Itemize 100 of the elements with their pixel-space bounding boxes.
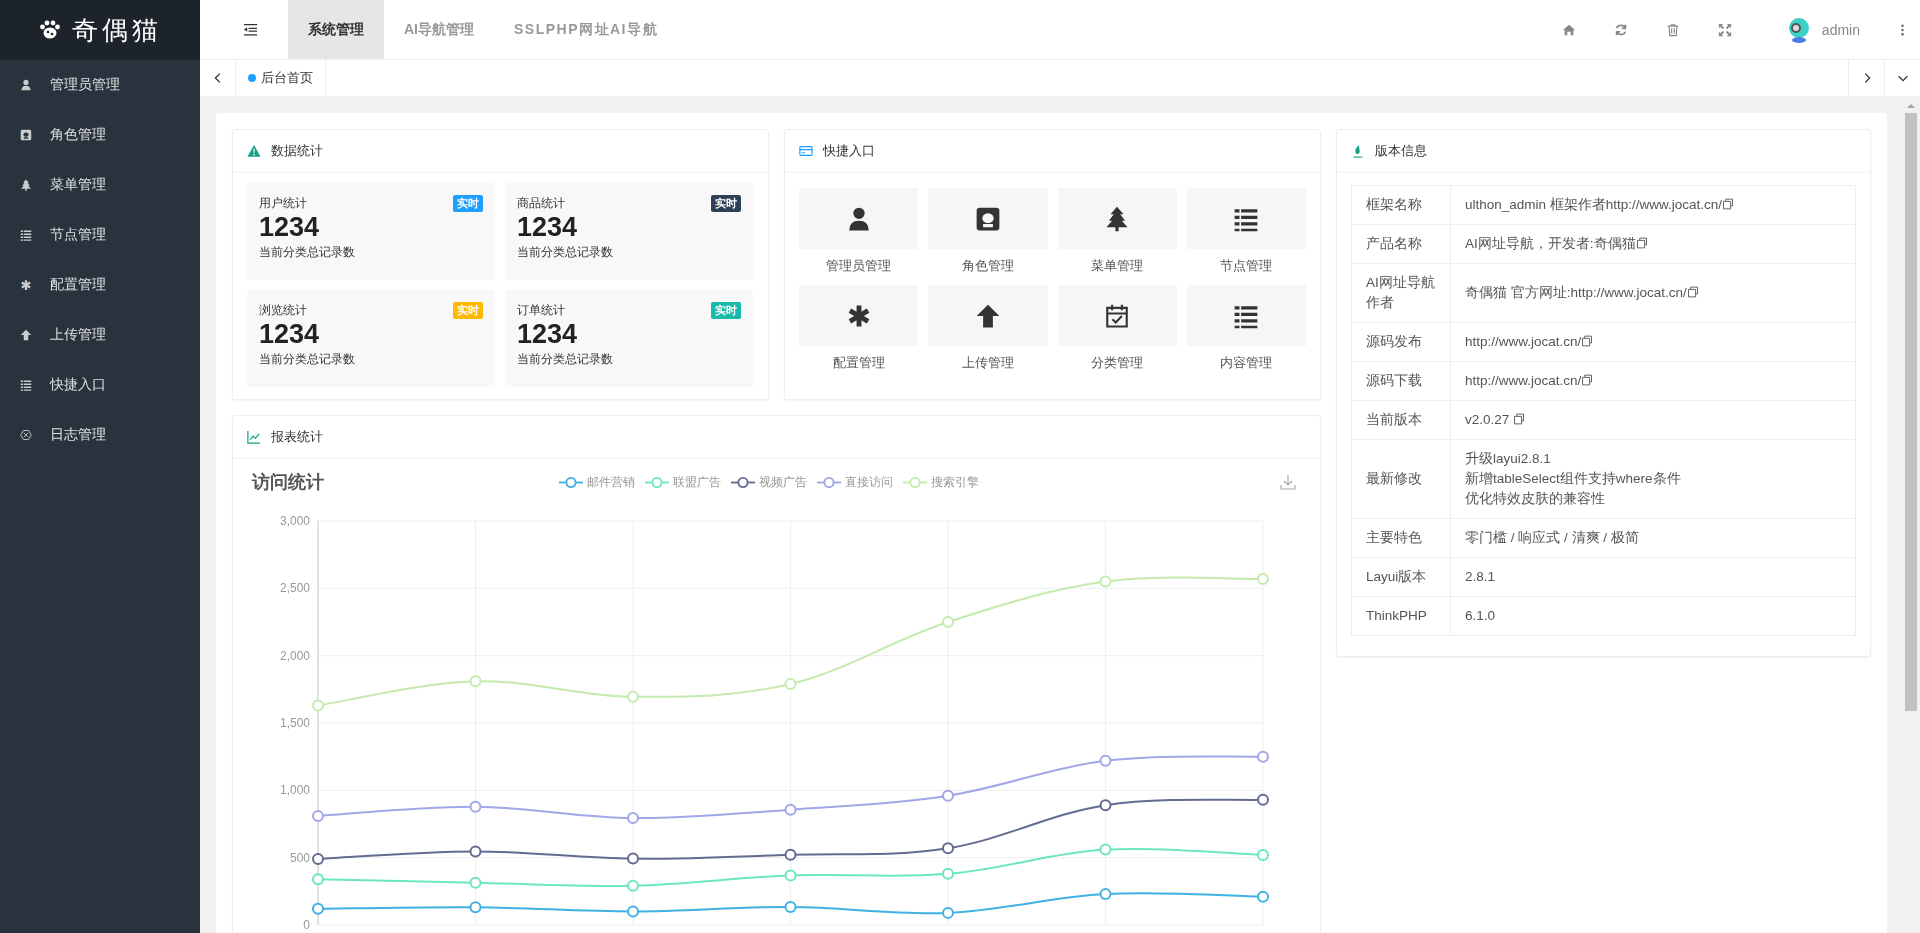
table-cell: 升级layui2.8.1 新增tableSelect组件支持where条件 优化特效皮肤的兼容性 — [1465, 451, 1681, 506]
shortcut-link[interactable]: 内容管理 — [1186, 285, 1306, 372]
data-point[interactable] — [784, 803, 797, 816]
sidebar-item[interactable]: 菜单管理 — [0, 160, 200, 210]
data-point[interactable] — [1099, 799, 1112, 812]
status-badge: 实时 — [711, 195, 741, 212]
axis-label: 1,500 — [279, 716, 310, 730]
data-point[interactable] — [469, 901, 482, 914]
data-point[interactable] — [1099, 754, 1112, 767]
user-name[interactable]: admin — [1821, 21, 1860, 38]
copy-icon[interactable] — [1722, 198, 1735, 210]
axis-label: 2,000 — [279, 648, 310, 663]
data-point[interactable] — [942, 789, 954, 802]
stat-value: 1234 — [517, 319, 579, 349]
stat-note: 当前分类总记录数 — [517, 351, 614, 368]
warning-icon — [247, 144, 261, 158]
card-title: 快捷入口 — [823, 142, 875, 160]
table-cell: 产品名称 — [1351, 224, 1451, 264]
sidebar-item[interactable]: 配置管理 — [0, 260, 200, 310]
data-point[interactable] — [627, 812, 639, 825]
stat-label: 订单统计 — [517, 302, 565, 319]
shortcut-link[interactable]: 节点管理 — [1186, 188, 1306, 275]
legend-marker-icon — [645, 475, 669, 489]
data-point[interactable] — [942, 842, 954, 855]
trash-icon[interactable] — [1665, 22, 1680, 37]
refresh-icon[interactable] — [1613, 22, 1628, 37]
badge-icon — [20, 129, 32, 141]
data-point[interactable] — [1257, 793, 1269, 806]
scroll-up-icon[interactable] — [1906, 101, 1916, 111]
nav-tab[interactable]: 系统管理 — [288, 0, 384, 59]
data-point[interactable] — [312, 902, 324, 915]
copy-icon[interactable] — [1513, 413, 1526, 425]
axis-label: 500 — [289, 850, 310, 865]
more-icon[interactable] — [1900, 22, 1905, 37]
list-icon — [20, 379, 32, 391]
list-icon — [20, 229, 32, 241]
shortcut-link[interactable]: 分类管理 — [1057, 285, 1177, 372]
copy-icon[interactable] — [1581, 335, 1594, 347]
data-point[interactable] — [1257, 890, 1269, 903]
data-point[interactable] — [627, 905, 639, 918]
calendar-check-icon — [1104, 302, 1131, 329]
sidebar-item[interactable]: 快捷入口 — [0, 360, 200, 410]
status-badge: 实时 — [453, 302, 483, 319]
copy-icon[interactable] — [1686, 286, 1699, 298]
table-cell: 框架名称 — [1351, 185, 1451, 225]
data-point[interactable] — [1257, 750, 1269, 763]
menu-fold-icon[interactable] — [243, 22, 258, 37]
data-point[interactable] — [469, 845, 482, 858]
table-cell: 源码发布 — [1351, 322, 1451, 362]
card-title: 版本信息 — [1375, 142, 1427, 160]
stat-label: 商品统计 — [517, 195, 565, 212]
axis-label: 3,000 — [279, 514, 310, 528]
stat-label: 浏览统计 — [259, 302, 307, 319]
table-cell: AI网址导航，开发者:奇偶猫 — [1465, 236, 1636, 251]
data-point[interactable] — [784, 848, 797, 861]
data-point[interactable] — [469, 800, 482, 813]
sidebar-item[interactable]: 上传管理 — [0, 310, 200, 360]
data-point[interactable] — [942, 906, 954, 919]
data-point[interactable] — [312, 853, 324, 865]
shortcut-link[interactable]: 菜单管理 — [1057, 188, 1177, 275]
table-cell: ulthon_admin 框架作者http://www.jocat.cn/ — [1465, 197, 1723, 212]
table-cell: 奇偶猫 官方网址:http://www.jocat.cn/ — [1465, 285, 1687, 300]
copy-icon[interactable] — [1635, 237, 1648, 249]
stat-value: 1234 — [259, 212, 321, 242]
status-badge: 实时 — [453, 195, 483, 212]
table-cell: http://www.jocat.cn/ — [1465, 334, 1582, 349]
status-badge: 实时 — [711, 302, 741, 319]
hexagon-icon — [20, 429, 32, 441]
shortcut-link[interactable]: 管理员管理 — [799, 188, 919, 275]
page-tab[interactable]: 后台首页 — [236, 60, 326, 96]
data-point[interactable] — [627, 852, 639, 865]
asterisk-icon — [20, 279, 32, 291]
data-point[interactable] — [784, 900, 797, 913]
shortcut-link[interactable]: 上传管理 — [928, 285, 1048, 372]
shortcut-link[interactable]: 配置管理 — [799, 285, 919, 372]
stat-note: 当前分类总记录数 — [517, 244, 614, 261]
download-icon[interactable] — [1280, 474, 1296, 490]
stat-label: 用户统计 — [259, 195, 307, 212]
legend-marker-icon — [731, 475, 755, 489]
card-title: 数据统计 — [271, 142, 323, 160]
sidebar-item[interactable]: 角色管理 — [0, 110, 200, 160]
table-cell: http://www.jocat.cn/ — [1465, 373, 1582, 388]
sidebar-item[interactable]: 日志管理 — [0, 410, 200, 460]
home-icon[interactable] — [1561, 22, 1576, 37]
sidebar-item[interactable]: 节点管理 — [0, 210, 200, 260]
shortcut-link[interactable]: 角色管理 — [928, 188, 1048, 275]
logo[interactable]: 奇偶猫 — [0, 0, 200, 60]
user-icon — [20, 79, 32, 91]
stat-value: 1234 — [259, 319, 321, 349]
leaf-icon — [1351, 144, 1365, 158]
scrollbar-thumb[interactable] — [1905, 113, 1917, 711]
legend-marker-icon — [903, 475, 927, 489]
sidebar-item[interactable]: 管理员管理 — [0, 60, 200, 110]
copy-icon[interactable] — [1581, 374, 1594, 386]
fullscreen-icon[interactable] — [1717, 22, 1732, 37]
card-title: 报表统计 — [271, 428, 323, 446]
data-point[interactable] — [312, 809, 324, 822]
data-point[interactable] — [1099, 888, 1112, 901]
axis-label: 1,000 — [279, 783, 310, 798]
table-cell: 当前版本 — [1351, 400, 1451, 440]
